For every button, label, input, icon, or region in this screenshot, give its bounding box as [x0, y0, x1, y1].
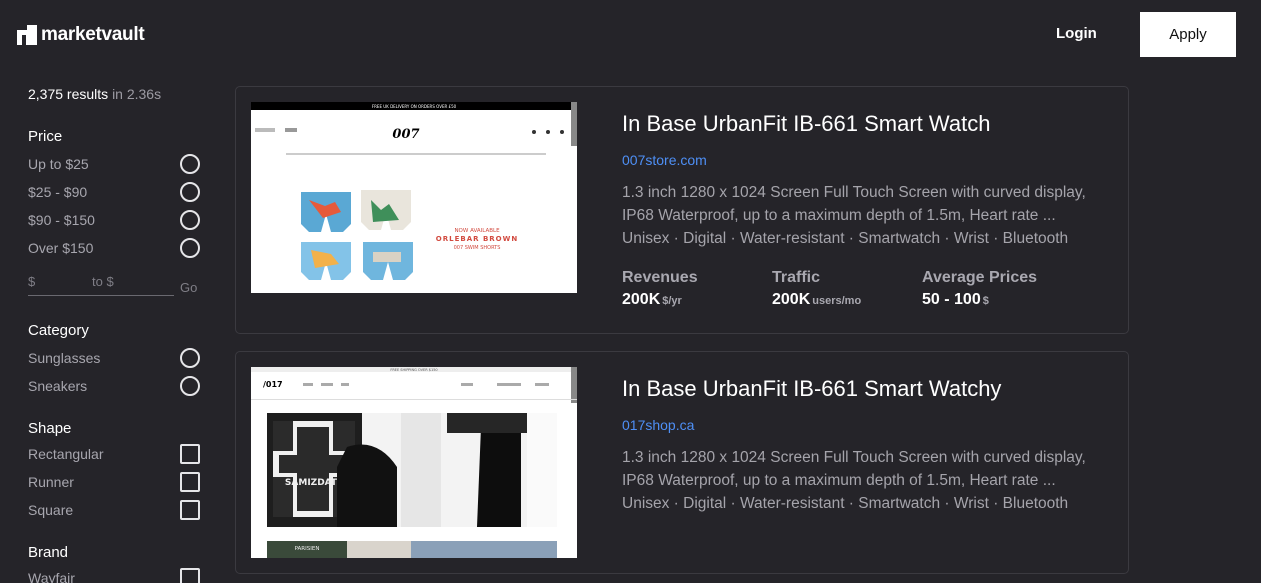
option-label: Square — [28, 502, 74, 518]
price-option[interactable]: Up to $25 — [28, 150, 208, 178]
category-option[interactable]: Sneakers — [28, 372, 208, 400]
result-title[interactable]: In Base UrbanFit IB-661 Smart Watch — [622, 111, 990, 137]
thumb-banner: FREE UK DELIVERY ON ORDERS OVER £50 — [372, 104, 457, 109]
brand-logo[interactable]: marketvault — [17, 24, 145, 46]
price-option[interactable]: Over $150 — [28, 234, 208, 262]
stat-value: 200K — [772, 291, 811, 308]
thumb-banner: FREE SHIPPING OVER $150 — [390, 368, 437, 372]
price-option[interactable]: $25 - $90 — [28, 178, 208, 206]
result-link[interactable]: 007store.com — [622, 152, 707, 168]
filter-sidebar: 2,375 results in 2.36s Price Up to $25 $… — [28, 86, 208, 583]
stat-value: 50 - 100 — [922, 291, 981, 308]
checkbox[interactable] — [180, 472, 200, 492]
result-card[interactable]: FREE UK DELIVERY ON ORDERS OVER £50 007 … — [235, 86, 1129, 334]
min-price-input[interactable]: $ — [28, 272, 92, 296]
thumb-sign-2: PARISIEN — [295, 546, 320, 552]
stat-unit: $/yr — [662, 295, 682, 307]
radio-button[interactable] — [180, 238, 200, 258]
result-title[interactable]: In Base UrbanFit IB-661 Smart Watchy — [622, 376, 1001, 402]
checkbox[interactable] — [180, 444, 200, 464]
to-label: to $ — [92, 274, 114, 289]
thumb-promo-line-3: 007 SWIM SHORTS — [454, 245, 501, 251]
thumbnail-image: FREE SHIPPING OVER $150 /017 SAMIZDAT PA… — [251, 367, 577, 558]
average-prices-stat: Average Prices 50 - 100 $ — [922, 269, 1072, 309]
brand-name: marketvault — [41, 24, 145, 45]
thumb-logo: /017 — [263, 380, 283, 389]
thumbnail-image: FREE UK DELIVERY ON ORDERS OVER £50 007 … — [251, 102, 577, 293]
go-button[interactable]: Go — [180, 272, 197, 296]
option-label: $25 - $90 — [28, 184, 88, 200]
description-text: 1.3 inch 1280 x 1024 Screen Full Touch S… — [622, 449, 1086, 489]
result-card[interactable]: FREE SHIPPING OVER $150 /017 SAMIZDAT PA… — [235, 351, 1129, 574]
results-count: 2,375 results — [28, 86, 109, 102]
stat-unit: users/mo — [812, 295, 862, 307]
result-description: 1.3 inch 1280 x 1024 Screen Full Touch S… — [622, 446, 1102, 515]
option-label: Up to $25 — [28, 156, 89, 172]
radio-button[interactable] — [180, 348, 200, 368]
thumb-sign-1: SAMIZDAT — [285, 478, 338, 488]
result-tags: Unisex · Digital · Water-resistant · Sma… — [622, 495, 1069, 512]
shape-filter-title: Shape — [28, 420, 72, 437]
option-label: Rectangular — [28, 446, 104, 462]
stat-label: Traffic — [772, 269, 821, 286]
category-option[interactable]: Sunglasses — [28, 344, 208, 372]
option-label: Sunglasses — [28, 350, 101, 366]
revenues-stat: Revenues 200K $/yr — [622, 269, 772, 309]
result-stats: Revenues 200K $/yr Traffic 200K users/mo A… — [622, 269, 1072, 309]
login-link[interactable]: Login — [1056, 25, 1097, 42]
shape-option[interactable]: Rectangular — [28, 440, 208, 468]
stat-label: Average Prices — [922, 269, 1038, 286]
thumb-logo: 007 — [392, 127, 419, 142]
site-thumbnail[interactable]: FREE UK DELIVERY ON ORDERS OVER £50 007 … — [251, 102, 577, 293]
checkbox[interactable] — [180, 500, 200, 520]
results-summary: 2,375 results in 2.36s — [28, 86, 208, 102]
brand-filter-title: Brand — [28, 544, 69, 561]
logo-icon — [17, 25, 37, 45]
max-price-input[interactable]: to $ — [92, 272, 174, 296]
apply-button[interactable]: Apply — [1140, 12, 1236, 57]
option-label: Runner — [28, 474, 74, 490]
radio-button[interactable] — [180, 376, 200, 396]
traffic-stat: Traffic 200K users/mo — [772, 269, 922, 309]
stat-value: 200K — [622, 291, 661, 308]
radio-button[interactable] — [180, 154, 200, 174]
option-label: Wayfair — [28, 570, 75, 583]
price-option[interactable]: $90 - $150 — [28, 206, 208, 234]
stat-unit: $ — [982, 295, 989, 307]
price-filter-title: Price — [28, 128, 63, 145]
radio-button[interactable] — [180, 182, 200, 202]
thumb-promo-line-2: ORLEBAR BROWN — [436, 235, 518, 243]
shape-option[interactable]: Square — [28, 496, 208, 524]
stat-label: Revenues — [622, 269, 698, 286]
thumb-promo-line-1: NOW AVAILABLE — [454, 228, 500, 234]
option-label: $90 - $150 — [28, 212, 95, 228]
site-thumbnail[interactable]: FREE SHIPPING OVER $150 /017 SAMIZDAT PA… — [251, 367, 577, 558]
brand-option[interactable]: Wayfair — [28, 564, 208, 583]
results-time: in 2.36s — [112, 86, 162, 102]
option-label: Sneakers — [28, 378, 88, 394]
checkbox[interactable] — [180, 568, 200, 583]
result-tags: Unisex · Digital · Water-resistant · Sma… — [622, 230, 1069, 247]
category-filter-title: Category — [28, 322, 89, 339]
radio-button[interactable] — [180, 210, 200, 230]
description-text: 1.3 inch 1280 x 1024 Screen Full Touch S… — [622, 184, 1086, 224]
option-label: Over $150 — [28, 240, 94, 256]
result-link[interactable]: 017shop.ca — [622, 417, 694, 433]
shape-option[interactable]: Runner — [28, 468, 208, 496]
result-description: 1.3 inch 1280 x 1024 Screen Full Touch S… — [622, 181, 1102, 250]
price-range: $ to $ Go — [28, 262, 208, 296]
